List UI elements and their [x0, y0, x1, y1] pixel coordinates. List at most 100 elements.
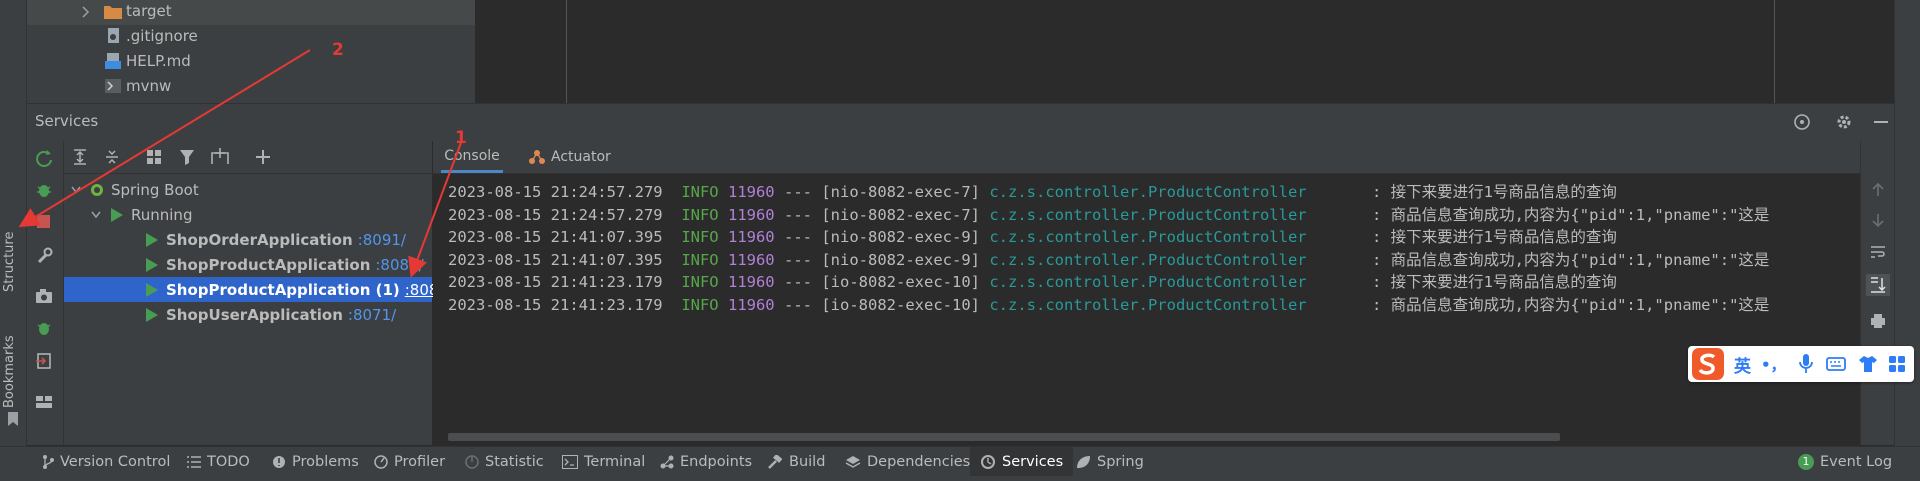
tool-problems[interactable]: Problems — [272, 447, 359, 477]
soft-wrap-icon[interactable] — [1870, 244, 1886, 260]
service-item-shop-product-1[interactable]: ShopProductApplication (1) :8082/ — [64, 277, 453, 302]
ime-toolbar[interactable]: 英 •， — [1688, 346, 1914, 382]
tool-todo[interactable]: TODO — [187, 447, 250, 477]
tool-label: Version Control — [60, 454, 171, 470]
expand-all-icon[interactable] — [72, 149, 88, 165]
branch-icon — [43, 455, 54, 469]
structure-tab[interactable]: Structure — [2, 232, 17, 292]
tool-services[interactable]: Services — [970, 447, 1074, 477]
crosshair-icon[interactable] — [1793, 113, 1811, 131]
rerun-icon[interactable] — [35, 149, 53, 167]
log-line: 2023-08-15 21:41:23.179 INFO 11960 --- [… — [448, 296, 1770, 314]
endpoints-icon — [660, 455, 674, 469]
tool-label: Build — [789, 454, 826, 470]
sogou-logo-icon — [1692, 348, 1724, 380]
tree-node-running[interactable]: Running — [64, 202, 432, 227]
tool-label: Endpoints — [680, 454, 753, 470]
editor-area[interactable] — [476, 0, 1920, 103]
toolbox-grid-icon[interactable] — [1888, 355, 1906, 373]
group-by-icon[interactable] — [146, 149, 164, 165]
exit-icon[interactable] — [35, 352, 53, 370]
service-name: ShopProductApplication — [166, 255, 371, 274]
tree-item-help-md[interactable]: HELP.md — [27, 50, 475, 75]
service-port-link[interactable]: :8081/ — [375, 256, 423, 274]
stop-icon[interactable] — [36, 214, 52, 230]
console-actions-gutter — [1860, 141, 1895, 445]
bookmark-icon[interactable] — [7, 412, 19, 426]
tree-item-label: mvnw — [126, 77, 172, 95]
tab-console[interactable]: Console — [441, 141, 503, 173]
event-log[interactable]: 1 Event Log — [1798, 447, 1892, 477]
tool-window-bar: Version Control TODO Problems Profiler S… — [0, 446, 1920, 477]
event-log-count-badge: 1 — [1798, 454, 1814, 470]
log-line: 2023-08-15 21:41:07.395 INFO 11960 --- [… — [448, 251, 1770, 269]
debug-attach-icon[interactable] — [35, 319, 53, 337]
ime-punctuation[interactable]: •， — [1761, 354, 1786, 375]
collapse-all-icon[interactable] — [104, 149, 120, 165]
gitignore-file-icon — [108, 28, 119, 43]
filter-icon[interactable] — [179, 149, 199, 165]
log-line: 2023-08-15 21:24:57.279 INFO 11960 --- [… — [448, 206, 1770, 224]
camera-icon[interactable] — [35, 288, 53, 304]
statistic-icon — [465, 455, 479, 469]
folder-icon — [104, 6, 122, 19]
chevron-down-icon[interactable] — [71, 186, 81, 194]
chevron-right-icon[interactable] — [82, 6, 90, 18]
tool-profiler[interactable]: Profiler — [374, 447, 445, 477]
arrow-up-icon[interactable] — [1870, 182, 1886, 198]
left-tool-strip: Structure Bookmarks — [0, 0, 27, 456]
service-item-shop-product[interactable]: ShopProductApplication :8081/ — [64, 252, 432, 277]
tool-label: Statistic — [485, 454, 544, 470]
spring-icon — [1077, 456, 1090, 468]
gear-icon[interactable] — [1835, 113, 1853, 131]
running-icon — [146, 307, 158, 322]
tree-item-mvnw[interactable]: mvnw — [27, 75, 475, 100]
status-bar — [0, 476, 1920, 481]
horizontal-scrollbar[interactable] — [448, 433, 1560, 441]
tool-label: Terminal — [584, 454, 646, 470]
keyboard-icon[interactable] — [1825, 356, 1846, 372]
tool-build[interactable]: Build — [767, 447, 825, 477]
microphone-icon[interactable] — [1798, 353, 1814, 375]
layout-icon[interactable] — [35, 395, 53, 409]
service-port-link[interactable]: :8071/ — [348, 306, 396, 324]
tab-actuator[interactable]: Actuator — [529, 141, 611, 173]
services-actions-column — [27, 141, 64, 445]
markdown-file-icon — [105, 53, 121, 69]
ime-language[interactable]: 英 — [1734, 352, 1751, 377]
tool-label: TODO — [207, 454, 250, 470]
running-icon — [146, 232, 158, 247]
service-name: ShopProductApplication (1) — [166, 280, 400, 299]
tool-dependencies[interactable]: Dependencies — [845, 447, 970, 477]
add-icon[interactable] — [255, 149, 273, 167]
arrow-down-icon[interactable] — [1870, 212, 1886, 228]
problems-icon — [273, 456, 285, 468]
service-item-shop-order[interactable]: ShopOrderApplication :8091/ — [64, 227, 432, 252]
tool-version-control[interactable]: Version Control — [42, 447, 170, 477]
wrench-icon[interactable] — [35, 247, 53, 265]
tree-node-spring-boot[interactable]: Spring Boot — [64, 177, 432, 202]
tab-label: Actuator — [551, 149, 611, 165]
scroll-to-end-icon[interactable] — [1866, 274, 1890, 296]
print-icon[interactable] — [1870, 313, 1886, 329]
bookmarks-tab[interactable]: Bookmarks — [2, 335, 17, 408]
tool-statistic[interactable]: Statistic — [465, 447, 544, 477]
debug-bug-icon[interactable] — [35, 181, 53, 199]
skin-shirt-icon[interactable] — [1858, 355, 1878, 373]
tab-label: Console — [444, 147, 500, 164]
running-icon — [146, 257, 158, 272]
service-port-link[interactable]: :8091/ — [358, 231, 406, 249]
tool-terminal[interactable]: Terminal — [562, 447, 645, 477]
tree-item-gitignore[interactable]: .gitignore — [27, 25, 475, 50]
tool-label: Event Log — [1820, 454, 1893, 470]
tree-item-target[interactable]: target — [27, 0, 475, 25]
running-icon — [111, 207, 123, 222]
list-icon — [187, 456, 201, 468]
right-tool-strip — [1894, 0, 1920, 456]
service-item-shop-user[interactable]: ShopUserApplication :8071/ — [64, 302, 432, 327]
tool-spring[interactable]: Spring — [1075, 447, 1144, 477]
minimize-icon[interactable] — [1873, 114, 1889, 130]
new-service-icon[interactable] — [210, 147, 230, 165]
tool-endpoints[interactable]: Endpoints — [660, 447, 752, 477]
chevron-down-icon[interactable] — [91, 211, 101, 219]
